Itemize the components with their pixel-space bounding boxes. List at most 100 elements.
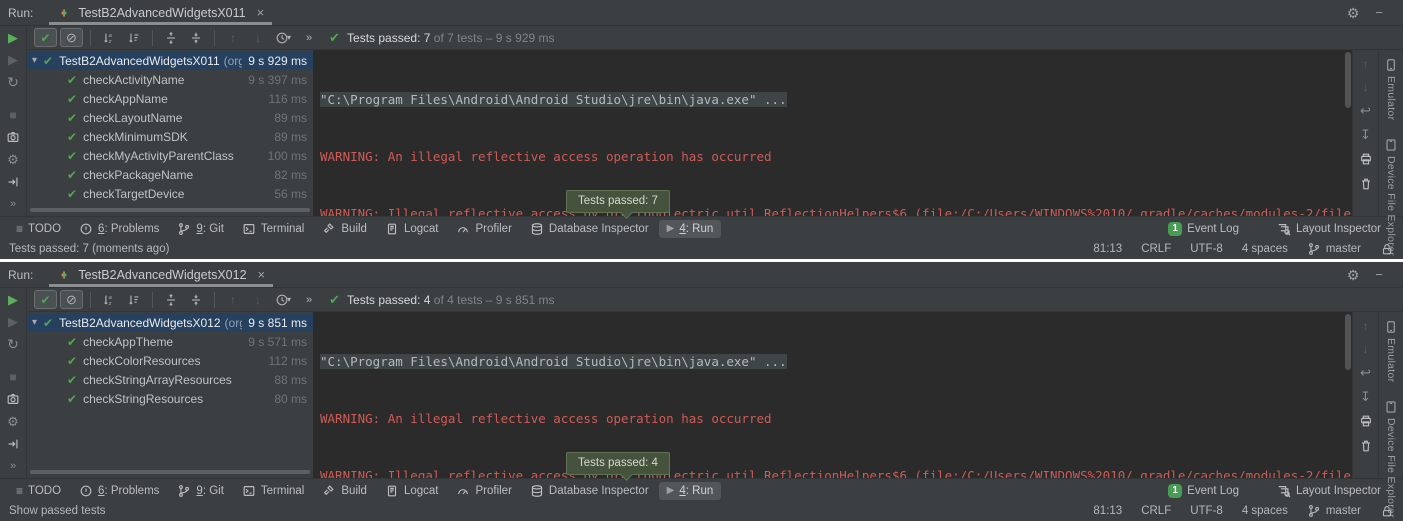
clear-all-icon[interactable] <box>1359 177 1373 191</box>
console-output[interactable]: "C:\Program Files\Android\Android Studio… <box>313 312 1352 478</box>
rerun-button[interactable]: ▶ <box>8 293 18 306</box>
tool-button-database-inspector[interactable]: Database Inspector <box>522 219 657 239</box>
import-test-results-icon[interactable] <box>6 175 20 189</box>
tree-horizontal-scrollbar[interactable] <box>30 208 310 212</box>
toolbar-more-icon[interactable]: » <box>306 294 312 306</box>
tree-horizontal-scrollbar[interactable] <box>30 470 310 474</box>
stop-button[interactable]: ■ <box>9 109 16 121</box>
minimize-icon[interactable]: − <box>1375 6 1383 19</box>
close-icon[interactable]: × <box>257 5 265 20</box>
tool-button-terminal[interactable]: Terminal <box>234 481 312 501</box>
encoding-widget[interactable]: UTF-8 <box>1190 505 1223 517</box>
rerun-button[interactable]: ▶ <box>8 31 18 44</box>
tool-button-logcat[interactable]: Logcat <box>377 481 447 501</box>
console-vertical-scrollbar[interactable] <box>1345 52 1351 108</box>
expand-all-icon[interactable] <box>160 290 182 309</box>
git-branch-widget[interactable]: master <box>1307 504 1361 518</box>
collapse-all-icon[interactable] <box>185 290 207 309</box>
console-output[interactable]: "C:\Program Files\Android\Android Studio… <box>313 50 1352 216</box>
soft-wrap-icon[interactable]: ↩ <box>1360 366 1371 379</box>
print-icon[interactable] <box>1359 152 1373 166</box>
tool-button-profiler[interactable]: Profiler <box>448 219 519 239</box>
chevron-down-icon[interactable]: ▾ <box>32 55 37 66</box>
test-history-icon[interactable]: ▾ <box>272 28 294 47</box>
tool-button-logcat[interactable]: Logcat <box>377 219 447 239</box>
line-ending-widget[interactable]: CRLF <box>1141 505 1171 517</box>
scroll-up-icon[interactable]: ↑ <box>1363 320 1369 332</box>
lock-icon[interactable] <box>1380 242 1394 256</box>
line-ending-widget[interactable]: CRLF <box>1141 243 1171 255</box>
test-settings-gear-icon[interactable]: ⚙ <box>7 415 19 428</box>
test-tree-row[interactable]: ✔checkStringResources80 ms <box>27 389 313 408</box>
collapse-all-icon[interactable] <box>185 28 207 47</box>
close-icon[interactable]: × <box>258 267 266 282</box>
toggle-auto-test-icon[interactable]: ↻ <box>7 75 19 89</box>
sort-by-duration-icon[interactable] <box>123 290 145 309</box>
show-passed-toggle[interactable]: ✔ <box>34 28 57 47</box>
test-tree-row[interactable]: ✔checkMinimumSDK89 ms <box>27 127 313 146</box>
test-tree-root-row[interactable]: ▾ ✔ TestB2AdvancedWidgetsX011 (org.aplas… <box>27 51 313 70</box>
tool-button-emulator[interactable]: Emulator <box>1384 320 1398 382</box>
test-tree-row[interactable]: ✔checkStringArrayResources88 ms <box>27 370 313 389</box>
scroll-to-end-icon[interactable]: ↧ <box>1360 128 1371 141</box>
layout-inspector-button[interactable]: Layout Inspector <box>1269 219 1389 239</box>
soft-wrap-icon[interactable]: ↩ <box>1360 104 1371 117</box>
camera-icon[interactable] <box>6 130 20 144</box>
rerun-failed-tests-button[interactable]: ▶ <box>8 53 18 66</box>
tool-button-git[interactable]: 9: Git <box>169 219 232 239</box>
tool-button-build[interactable]: Build <box>314 481 375 501</box>
clear-all-icon[interactable] <box>1359 439 1373 453</box>
git-branch-widget[interactable]: master <box>1307 242 1361 256</box>
minimize-icon[interactable]: − <box>1375 268 1383 281</box>
rerun-failed-tests-button[interactable]: ▶ <box>8 315 18 328</box>
stop-button[interactable]: ■ <box>9 371 16 383</box>
next-occurrence-icon[interactable]: ↓ <box>247 28 269 47</box>
test-tree-row[interactable]: ✔checkPackageName82 ms <box>27 165 313 184</box>
tool-button-problems[interactable]: 6: Problems <box>71 481 167 501</box>
scroll-to-end-icon[interactable]: ↧ <box>1360 390 1371 403</box>
console-vertical-scrollbar[interactable] <box>1345 314 1351 370</box>
sort-alphabetically-icon[interactable]: az <box>98 28 120 47</box>
tool-button-build[interactable]: Build <box>314 219 375 239</box>
tool-button-terminal[interactable]: Terminal <box>234 219 312 239</box>
tool-button-emulator[interactable]: Emulator <box>1384 58 1398 120</box>
import-test-results-icon[interactable] <box>6 437 20 451</box>
test-tree-row[interactable]: ✔checkActivityName9 s 397 ms <box>27 70 313 89</box>
toolbar-more-icon[interactable]: » <box>306 32 312 44</box>
event-log-button[interactable]: 1Event Log <box>1160 219 1247 239</box>
sort-alphabetically-icon[interactable]: az <box>98 290 120 309</box>
event-log-button[interactable]: 1Event Log <box>1160 481 1247 501</box>
test-tree-row[interactable]: ✔checkAppName116 ms <box>27 89 313 108</box>
tool-button-todo[interactable]: ≡TODO <box>8 482 69 500</box>
tool-button-device-file-explorer[interactable]: Device File Explorer <box>1384 138 1398 256</box>
show-ignored-toggle[interactable]: ⊘ <box>60 28 83 47</box>
encoding-widget[interactable]: UTF-8 <box>1190 243 1223 255</box>
scroll-up-icon[interactable]: ↑ <box>1363 58 1369 70</box>
next-occurrence-icon[interactable]: ↓ <box>247 290 269 309</box>
camera-icon[interactable] <box>6 392 20 406</box>
toggle-auto-test-icon[interactable]: ↻ <box>7 337 19 351</box>
lock-icon[interactable] <box>1380 504 1394 518</box>
test-tree-row[interactable]: ✔checkMyActivityParentClass100 ms <box>27 146 313 165</box>
caret-position-widget[interactable]: 81:13 <box>1093 505 1122 517</box>
tool-button-todo[interactable]: ≡TODO <box>8 220 69 238</box>
run-tab[interactable]: TestB2AdvancedWidgetsX012 × <box>47 262 275 287</box>
gear-icon[interactable]: ⚙ <box>1347 6 1360 20</box>
indent-widget[interactable]: 4 spaces <box>1242 243 1288 255</box>
chevron-down-icon[interactable]: ▾ <box>32 317 37 328</box>
show-ignored-toggle[interactable]: ⊘ <box>60 290 83 309</box>
print-icon[interactable] <box>1359 414 1373 428</box>
test-settings-gear-icon[interactable]: ⚙ <box>7 153 19 166</box>
more-icon[interactable]: » <box>10 198 16 210</box>
test-tree-row[interactable]: ✔checkColorResources112 ms <box>27 351 313 370</box>
show-passed-toggle[interactable]: ✔ <box>34 290 57 309</box>
test-tree-row[interactable]: ✔checkLayoutName89 ms <box>27 108 313 127</box>
caret-position-widget[interactable]: 81:13 <box>1093 243 1122 255</box>
test-tree-root-row[interactable]: ▾ ✔ TestB2AdvancedWidgetsX012 (org.aplas… <box>27 313 313 332</box>
layout-inspector-button[interactable]: Layout Inspector <box>1269 481 1389 501</box>
indent-widget[interactable]: 4 spaces <box>1242 505 1288 517</box>
previous-occurrence-icon[interactable]: ↑ <box>222 290 244 309</box>
run-tab[interactable]: TestB2AdvancedWidgetsX011 × <box>47 0 274 25</box>
tool-button-device-file-explorer[interactable]: Device File Explorer <box>1384 400 1398 518</box>
tool-button-run[interactable]: ▶4: Run <box>659 482 722 500</box>
